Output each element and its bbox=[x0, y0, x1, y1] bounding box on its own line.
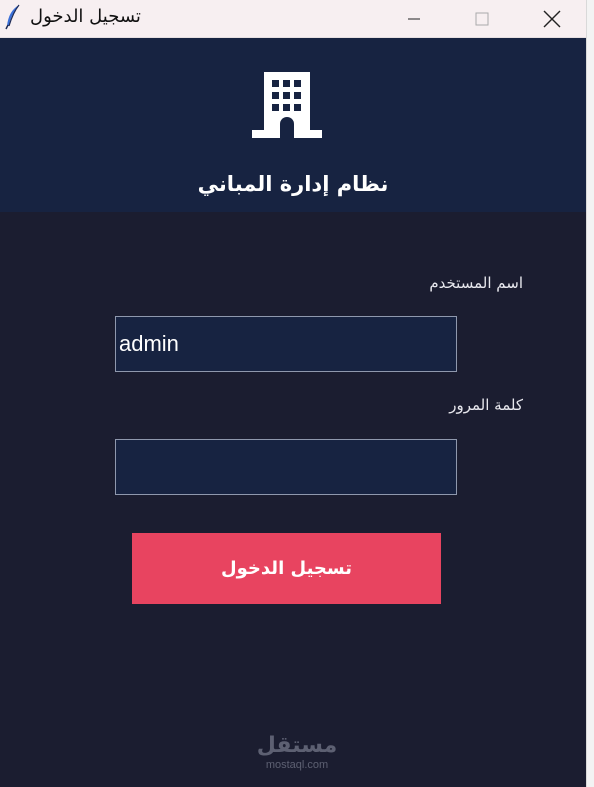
login-window: تسجيل الدخول نظام إدارة المباني اسم المس… bbox=[0, 0, 586, 787]
username-input[interactable] bbox=[115, 316, 457, 372]
login-button[interactable]: تسجيل الدخول bbox=[132, 533, 441, 604]
building-icon bbox=[252, 72, 322, 138]
maximize-icon bbox=[475, 12, 489, 25]
close-button[interactable] bbox=[529, 0, 575, 37]
window-edge bbox=[586, 0, 594, 787]
minimize-icon bbox=[408, 18, 420, 19]
maximize-button[interactable] bbox=[459, 0, 505, 37]
watermark-logo: مستقل mostaql.com bbox=[255, 733, 339, 773]
password-input[interactable] bbox=[115, 439, 457, 495]
close-icon bbox=[543, 10, 561, 27]
feather-icon bbox=[5, 4, 20, 30]
watermark-latin: mostaql.com bbox=[265, 759, 329, 771]
watermark-arabic: مستقل bbox=[256, 733, 338, 758]
title-bar[interactable]: تسجيل الدخول bbox=[0, 0, 586, 38]
minimize-button[interactable] bbox=[391, 0, 437, 37]
app-title: نظام إدارة المباني bbox=[197, 172, 389, 196]
window-title: تسجيل الدخول bbox=[30, 6, 141, 27]
username-label: اسم المستخدم bbox=[429, 274, 523, 292]
password-label: كلمة المرور bbox=[449, 396, 523, 414]
app-header: نظام إدارة المباني bbox=[0, 38, 586, 212]
